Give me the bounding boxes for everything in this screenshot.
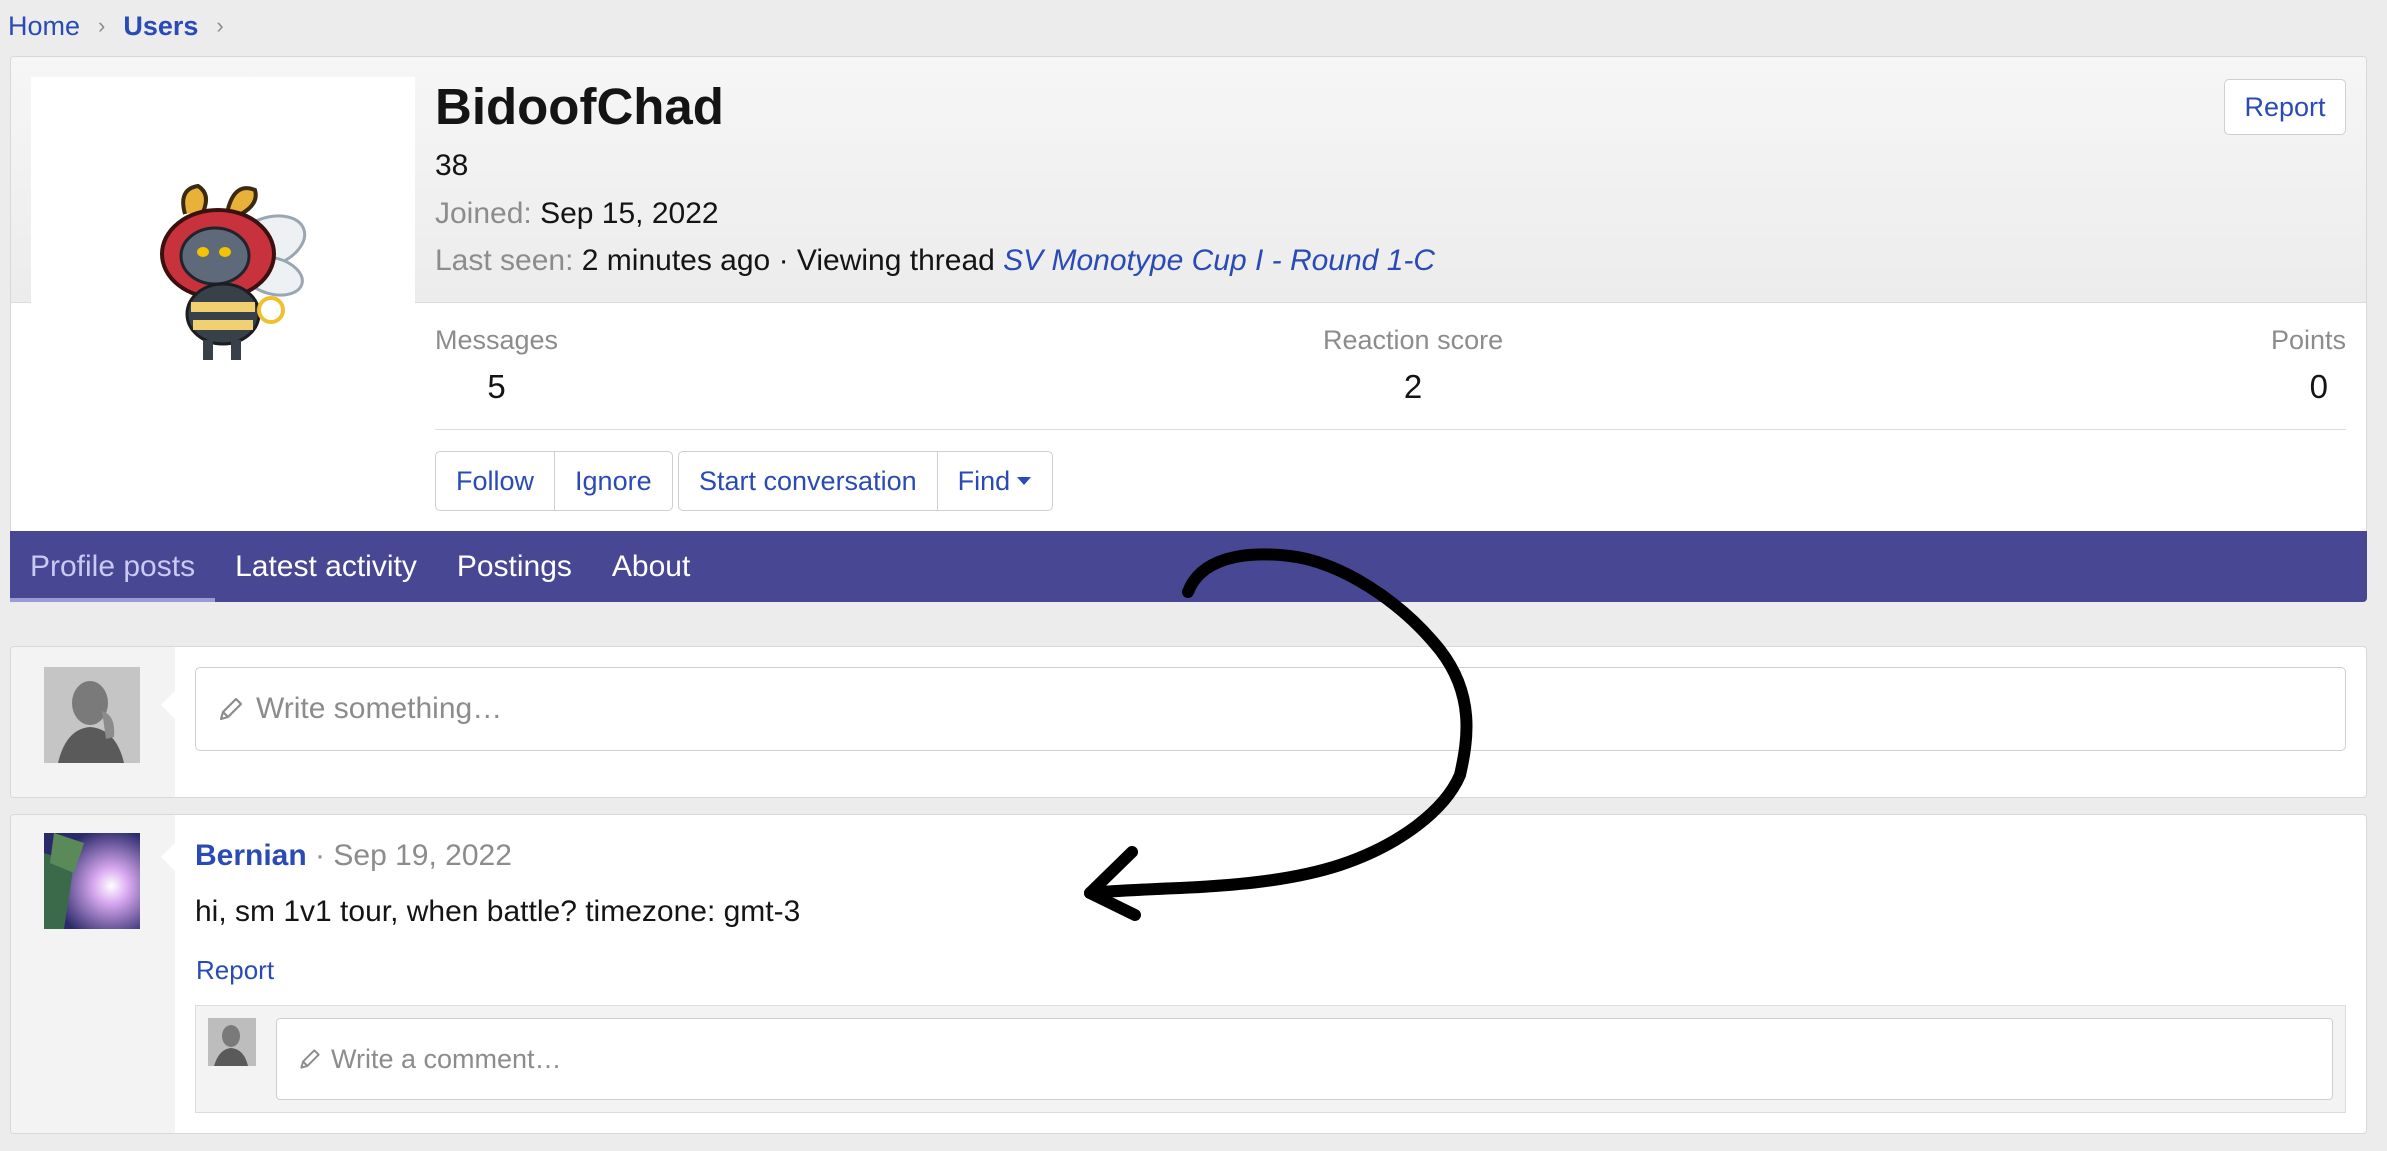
comment-user-avatar[interactable] <box>208 1018 256 1066</box>
find-dropdown-button[interactable]: Find <box>936 452 1053 510</box>
tab-about[interactable]: About <box>592 531 710 602</box>
post-notch <box>161 841 177 873</box>
comment-box: Write a comment… <box>195 1005 2346 1113</box>
ignore-button[interactable]: Ignore <box>554 452 672 510</box>
stat-points[interactable]: Points 0 <box>2271 325 2346 406</box>
stat-points-label: Points <box>2270 325 2346 355</box>
post-date-link[interactable]: Sep 19, 2022 <box>333 839 512 872</box>
write-comment-input[interactable]: Write a comment… <box>276 1018 2333 1100</box>
viewing-thread-link[interactable]: SV Monotype Cup I - Round 1-C <box>1003 244 1435 277</box>
stats-divider <box>435 429 2346 430</box>
chevron-right-icon: › <box>216 13 224 38</box>
breadcrumb-users-link[interactable]: Users <box>123 11 198 42</box>
follow-button[interactable]: Follow <box>436 452 554 510</box>
stat-reaction-value: 2 <box>1403 368 1423 405</box>
author-avatar[interactable] <box>44 833 140 929</box>
tab-postings[interactable]: Postings <box>437 531 592 602</box>
tab-latest-activity[interactable]: Latest activity <box>215 531 437 602</box>
write-something-placeholder: Write something… <box>256 692 503 725</box>
write-something-input[interactable]: Write something… <box>195 667 2346 751</box>
post-meta-separator: · <box>315 839 326 872</box>
breadcrumb-home-link[interactable]: Home <box>8 11 80 42</box>
write-comment-placeholder: Write a comment… <box>331 1043 562 1074</box>
stat-points-value: 0 <box>2309 368 2328 405</box>
report-post-link[interactable]: Report <box>196 955 274 986</box>
joined-row: Joined: Sep 15, 2022 <box>435 197 719 231</box>
report-profile-button[interactable]: Report <box>2224 79 2346 135</box>
post-author-link[interactable]: Bernian <box>195 839 307 872</box>
profile-avatar[interactable] <box>31 77 415 461</box>
last-seen-label: Last seen: <box>435 244 574 277</box>
chevron-right-icon: › <box>98 13 106 38</box>
breadcrumb: Home › Users › <box>8 8 224 44</box>
stat-reaction-score[interactable]: Reaction score 2 <box>1323 325 1503 406</box>
stat-reaction-label: Reaction score <box>1323 325 1504 355</box>
joined-value: Sep 15, 2022 <box>540 197 719 230</box>
joined-label: Joined: <box>435 197 532 230</box>
pencil-icon <box>297 1046 323 1072</box>
post-meta: Bernian · Sep 19, 2022 <box>195 839 512 873</box>
profile-post-composer: Write something… <box>10 646 2367 798</box>
composer-notch <box>161 689 177 721</box>
current-user-avatar[interactable] <box>44 667 140 763</box>
stat-messages-label: Messages <box>435 325 559 355</box>
caret-down-icon <box>1017 477 1032 485</box>
find-label: Find <box>957 465 1011 496</box>
last-seen-row: Last seen: 2 minutes ago · Viewing threa… <box>435 244 1435 278</box>
tab-profile-posts[interactable]: Profile posts <box>10 531 216 602</box>
stat-messages-value: 5 <box>487 368 506 405</box>
post-body: hi, sm 1v1 tour, when battle? timezone: … <box>195 895 801 928</box>
profile-post: Bernian · Sep 19, 2022 hi, sm 1v1 tour, … <box>10 814 2367 1134</box>
follow-ignore-group: Follow Ignore <box>435 451 673 511</box>
stat-messages[interactable]: Messages 5 <box>435 325 558 406</box>
profile-card: BidoofChad 38 Joined: Sep 15, 2022 Last … <box>10 56 2367 602</box>
bee-pokemon-avatar-icon <box>160 183 307 360</box>
pencil-icon <box>216 694 246 724</box>
last-seen-value: 2 minutes ago · Viewing thread <box>581 244 995 277</box>
conversation-find-group: Start conversation Find <box>678 451 1054 511</box>
profile-username: BidoofChad <box>435 78 724 135</box>
profile-tabs: Profile posts Latest activity Postings A… <box>10 531 2367 602</box>
start-conversation-button[interactable]: Start conversation <box>679 452 937 510</box>
user-title: 38 <box>435 149 469 182</box>
